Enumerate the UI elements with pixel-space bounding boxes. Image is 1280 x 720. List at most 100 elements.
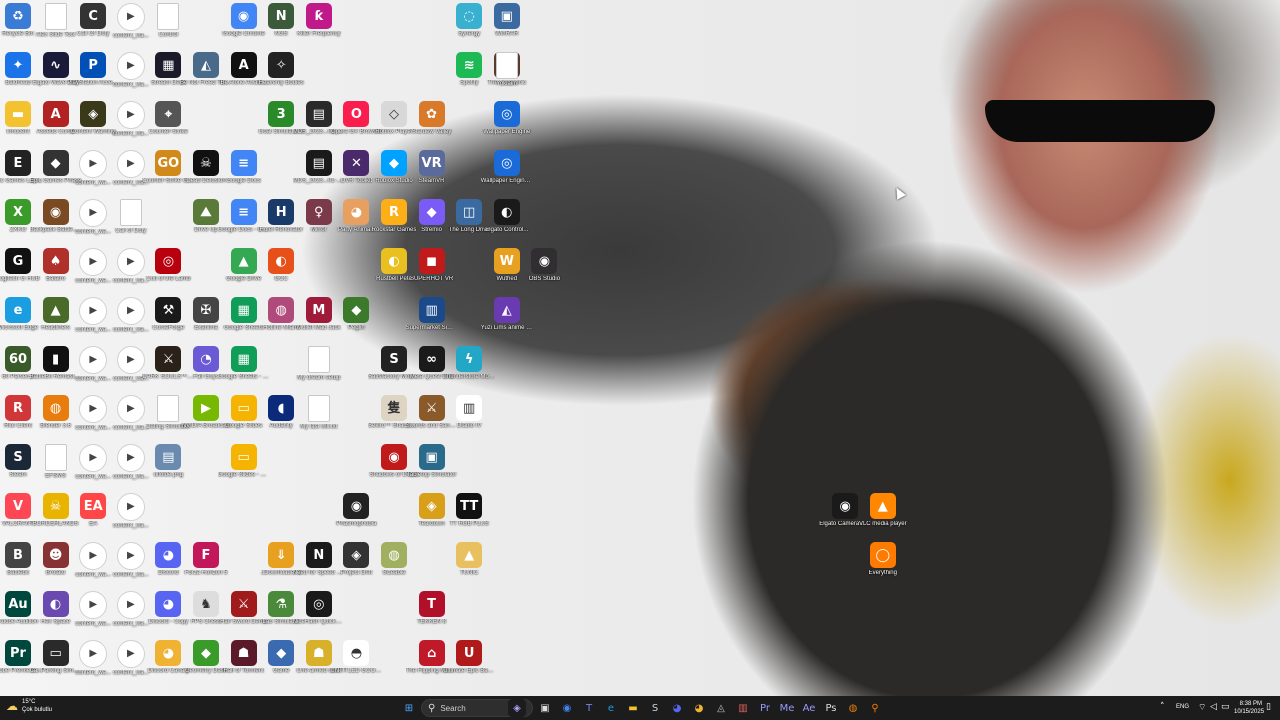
photoshop-icon[interactable]: Ps [822,699,840,717]
game-icon: ◆ [193,640,219,666]
desktop-icon[interactable]: VR SteamVR [409,150,455,198]
copilot-icon[interactable]: ◈ [508,699,526,717]
desktop-icon[interactable]: ▣ Tabletop Simulator [407,444,456,492]
desktop-icon[interactable]: ◼ SUPERHOT VR [409,248,455,296]
copilot-icon: ◈ [508,699,526,717]
weather-icon: ☁ [6,699,18,713]
desktop-icon-label: TEKKEN 8 [417,619,447,625]
app-icon[interactable]: ▥ [734,699,752,717]
game-icon: ◆ [343,297,370,323]
stream-deck-icon: ▦ [155,52,182,78]
game-icon: ☠ [42,493,69,519]
search-placeholder: Search [440,703,466,713]
desktop-icon-label: TUNIC [460,570,479,576]
desktop-icon[interactable]: ◎ Cult of the Lamb [145,248,191,296]
desktop-icon[interactable]: TT TT RGB PLUS [446,493,492,541]
game-icon: ◐ [381,248,407,274]
desktop-icon[interactable]: Yoklaim [484,52,530,100]
notification-icon[interactable]: ▯ [1266,702,1271,712]
chrome-icon[interactable]: ◉ [558,699,576,717]
media-encoder-icon[interactable]: Me [778,699,796,717]
chrome-icon: ◉ [230,3,257,29]
desktop-icon[interactable]: ✿ Stardew Valley [409,101,455,149]
desktop-icon[interactable]: My dream setup [296,346,342,394]
desktop-icon[interactable]: ⌖ Counter-Strike [145,101,191,149]
weather-widget[interactable]: ☁ 15°C Çok bulutlu [6,698,52,714]
chevron-up-icon[interactable]: ˄ [1160,702,1165,712]
game-icon: ◍ [381,542,407,568]
desktop-icon[interactable]: ▲ TUNIC [446,542,492,590]
after-effects-icon[interactable]: Ae [800,699,818,717]
everything-icon[interactable]: ⚲ [866,699,884,717]
desktop-icon[interactable]: ▶ content_wa... [108,493,154,541]
start-icon[interactable]: ⊞ [400,699,418,717]
game-icon: ⚔ [155,346,182,372]
curseforge-icon: ⚒ [155,297,182,323]
desktop-icon[interactable]: ▥ Supermarket Simulator [406,297,458,345]
desktop-icon[interactable]: F Forza Horizon 5 [183,542,229,590]
desktop-icon[interactable]: ≡ Google Docs [221,150,267,198]
desktop-icon[interactable]: ▲ VLC media player [859,493,907,541]
game-icon: ♞ [193,591,219,617]
steam-icon: S [5,444,31,470]
blender-icon[interactable]: ◍ [844,699,862,717]
desktop-icon[interactable]: ◎ Wallpaper Engine [483,101,530,149]
file-explorer-icon[interactable]: ▬ [624,699,642,717]
steamvr-icon[interactable]: ◬ [712,699,730,717]
game-icon: ☻ [42,542,69,568]
steam-icon[interactable]: S [646,699,664,717]
task-view-icon[interactable]: ▣ [536,699,554,717]
wifi-icon[interactable]: ⌔ [1198,702,1206,713]
desktop-icon[interactable]: ◎ Wallpaper Engine - ... [480,150,533,198]
google-slides-icon: ▭ [230,395,257,421]
clock[interactable]: 8:38 PM 10/15/2025 [1234,700,1264,716]
discord-icon[interactable]: ◕ [668,699,686,717]
app-icon: ▣ [493,3,520,29]
desktop-icon[interactable]: Call of Duty [108,199,154,247]
desktop-icon-label: Stardew Valley [411,129,452,135]
desktop-icon[interactable]: My last will.txt [296,395,342,443]
desktop-icon-label: My last will.txt [300,424,338,430]
desktop-icon-label: Wallpaper Engine - ... [480,178,533,184]
desktop-icon-label: Call of Duty [115,228,147,234]
desktop-icon[interactable]: ✧ Heavenly Bodies [258,52,304,100]
desktop-icon[interactable]: T TEKKEN 8 [409,591,455,639]
language-indicator[interactable]: ENG [1176,704,1189,710]
desktop-icon[interactable]: ◐ Elgato Control... [484,199,530,247]
desktop-icon[interactable]: ▥ Diablo IV [446,395,492,443]
desktop-icon-label: Everything [868,570,897,576]
discord-canary-icon[interactable]: ◕ [690,699,708,717]
desktop-icon[interactable]: U Ultimate Epic Battle Simul... [443,640,495,688]
desktop-icon[interactable]: ▤ ulfolde.png [145,444,191,492]
wallpaper-engine-icon: ◎ [493,101,520,127]
teams-icon[interactable]: T [580,699,598,717]
edge-icon[interactable]: e [602,699,620,717]
desktop-icon[interactable]: ▦ Google Sheets - Copy [218,346,270,394]
desktop-icon-label: NiceHash QuickMiner [292,619,345,625]
desktop-icon[interactable]: ◉ Phasmophobia [333,493,379,541]
volume-icon[interactable]: ◁ [1210,702,1217,712]
desktop-icon[interactable]: ◓ UNTITLED GOOSE GAME [330,640,382,688]
desktop-icon[interactable]: ▣ WinRAR [484,3,530,51]
desktop-icon[interactable]: ◎ NiceHash QuickMiner [292,591,345,639]
app-icon: ▥ [734,699,752,717]
battery-icon[interactable]: ▭ [1221,702,1230,712]
game-icon: ◈ [418,493,445,519]
file-icon: ▶ [79,395,108,423]
desktop-icon[interactable]: ◭ Yuzi Lims anime runner [481,297,533,345]
desktop-icon[interactable]: ◍ Sizeable [371,542,417,590]
desktop-icon[interactable]: ◐ GCC [258,248,304,296]
desktop-icon[interactable]: ◯ Everything [860,542,906,590]
desktop[interactable]: ♻Recycle Bin✦Baldhead▬InnocentEEpic Game… [0,0,1280,696]
desktop-icon[interactable]: ▭ Google Slides - Copy [218,444,270,492]
desktop-icon[interactable]: ƙ Killer Frequency [296,3,342,51]
roblox-icon: ◇ [381,101,407,127]
premiere-icon[interactable]: Pr [756,699,774,717]
game-icon: H [268,199,295,225]
desktop-icon[interactable]: ◆ Peglin [333,297,379,345]
desktop-icon[interactable]: ◉ OBS Studio [521,248,567,296]
desktop-icon[interactable]: ϟ Thunderstore Mod Mana... [443,346,495,394]
meta-icon: ∞ [418,346,445,372]
app-icon: ✕ [343,150,370,176]
desktop-icon[interactable]: Control [145,3,191,51]
